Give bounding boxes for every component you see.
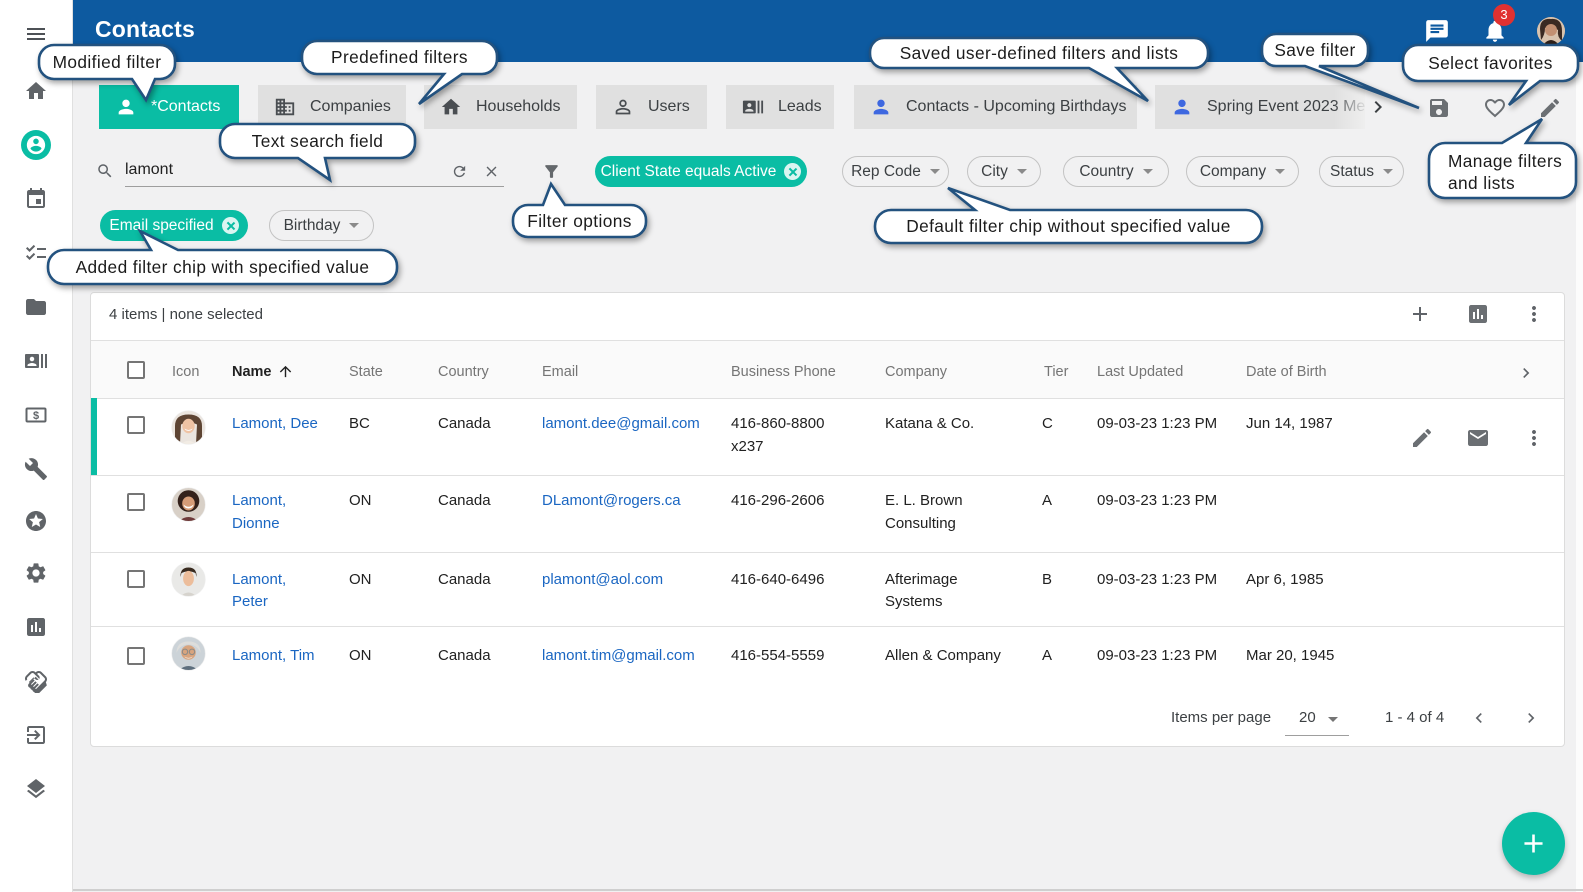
svg-text:$: $ bbox=[33, 410, 39, 422]
